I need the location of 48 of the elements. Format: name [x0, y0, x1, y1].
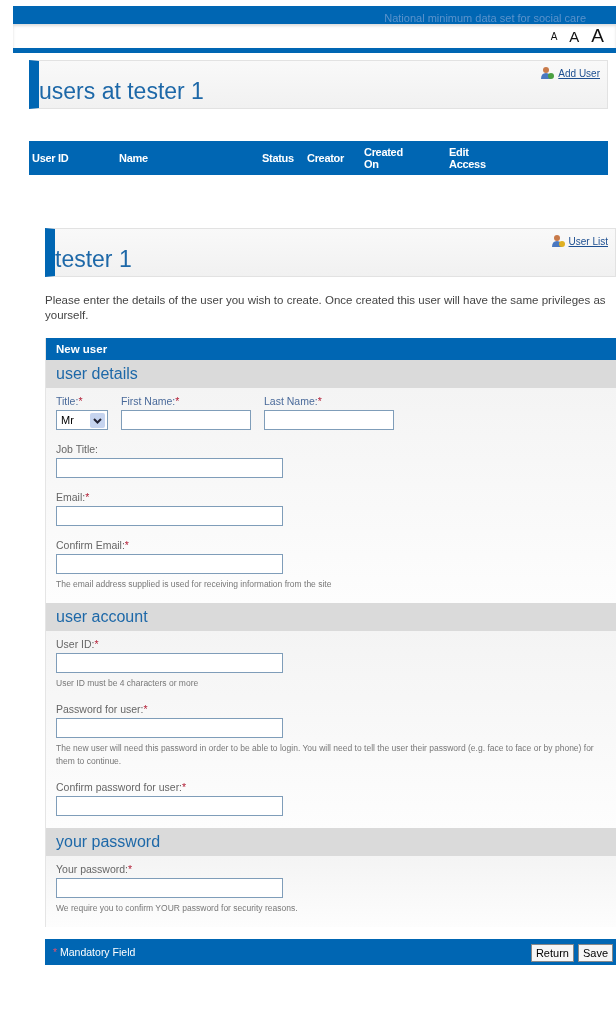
user-add-icon	[540, 66, 555, 80]
section-heading: user account	[46, 603, 616, 631]
input-field[interactable]	[56, 878, 283, 898]
field-label: Email:*	[56, 491, 91, 503]
caret-icon	[90, 412, 105, 428]
input-field[interactable]	[56, 458, 283, 478]
field-label: Title:*	[56, 395, 84, 407]
field-label: Job Title:	[56, 443, 100, 455]
field-label: Password for user:*	[56, 703, 149, 715]
input-field[interactable]	[121, 410, 251, 430]
page-title: users at tester 1	[39, 78, 204, 105]
column-header: Creator	[307, 152, 346, 164]
hint-text: The email address supplied is used for receiving information from the site	[56, 578, 333, 591]
text-size-link[interactable]: A	[550, 30, 558, 42]
text-size-link[interactable]: A	[569, 27, 580, 45]
title-select[interactable]: Mr	[56, 410, 108, 430]
page-title: tester 1	[55, 246, 132, 273]
field-label: User ID:*	[56, 638, 100, 650]
user-list-link[interactable]: User List	[550, 234, 608, 248]
input-field[interactable]	[264, 410, 394, 430]
field-label: Your password:*	[56, 863, 134, 875]
intro-text: Please enter the details of the user you wish to create. Once created this user will have the same privileges as yourself.	[45, 293, 607, 323]
add-user-link[interactable]: Add User	[540, 66, 600, 80]
field-label: Last Name:*	[264, 395, 323, 407]
input-field[interactable]	[56, 796, 283, 816]
input-field[interactable]	[56, 718, 283, 738]
users-icon	[550, 234, 565, 248]
input-field[interactable]	[56, 653, 283, 673]
input-field[interactable]	[56, 554, 283, 574]
field-label: Confirm password for user:*	[56, 781, 188, 793]
save-button[interactable]: Save	[577, 943, 613, 962]
column-header: Created On	[364, 146, 404, 170]
column-header: Name	[119, 152, 149, 164]
hint-text: User ID must be 4 characters or more	[56, 677, 200, 690]
section-heading: your password	[46, 828, 616, 856]
form-title: New user	[46, 338, 616, 360]
field-label: Confirm Email:*	[56, 539, 130, 551]
hint-text: We require you to confirm YOUR password for security reasons.	[56, 902, 299, 915]
input-field[interactable]	[56, 506, 283, 526]
field-label: First Name:*	[121, 395, 181, 407]
text-size-link[interactable]: A	[591, 25, 604, 47]
column-header: Edit Access	[449, 146, 487, 170]
column-header: User ID	[32, 152, 70, 164]
section-heading: user details	[46, 360, 616, 388]
mandatory-note: * Mandatory Field	[53, 946, 136, 958]
hint-text: The new user will need this password in order to be able to login. You will need to tell the user their password (e.g. face to face or by phone) for them to continue.	[56, 742, 595, 768]
site-title: National minimum data set for social care	[384, 13, 586, 24]
return-button[interactable]: Return	[530, 943, 574, 962]
